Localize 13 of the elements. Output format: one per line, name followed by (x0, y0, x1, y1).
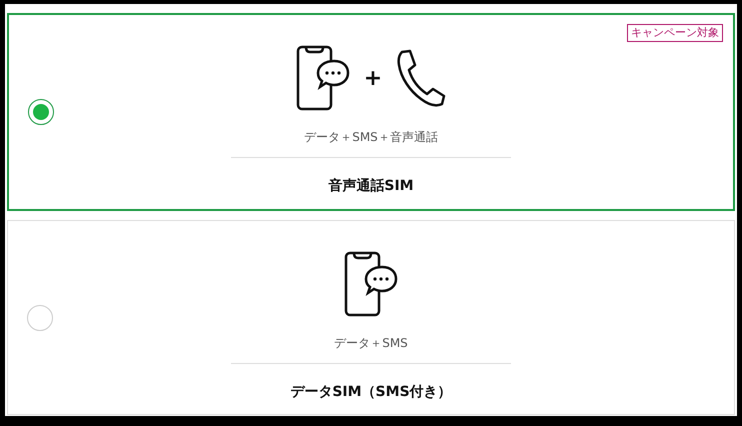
radio-button[interactable] (27, 304, 53, 330)
plan-option-card[interactable]: データ＋SMS データSIM（SMS付き） (7, 220, 735, 415)
plan-option-card[interactable]: + データ＋SMS＋音声通話 音声通話SIM キャンペーン対象 (7, 13, 735, 211)
phone-chat-icon (344, 251, 398, 317)
plan-title: 音声通話SIM (328, 176, 414, 196)
plan-title: データSIM（SMS付き） (290, 383, 452, 402)
plan-caption: データ＋SMS (334, 335, 408, 351)
radio-button[interactable] (28, 99, 54, 125)
phone-handset-icon (396, 49, 446, 107)
plus-sign: + (364, 66, 382, 90)
phone-chat-icon (296, 45, 350, 111)
plan-caption: データ＋SMS＋音声通話 (304, 129, 438, 145)
campaign-badge: キャンペーン対象 (627, 24, 723, 42)
